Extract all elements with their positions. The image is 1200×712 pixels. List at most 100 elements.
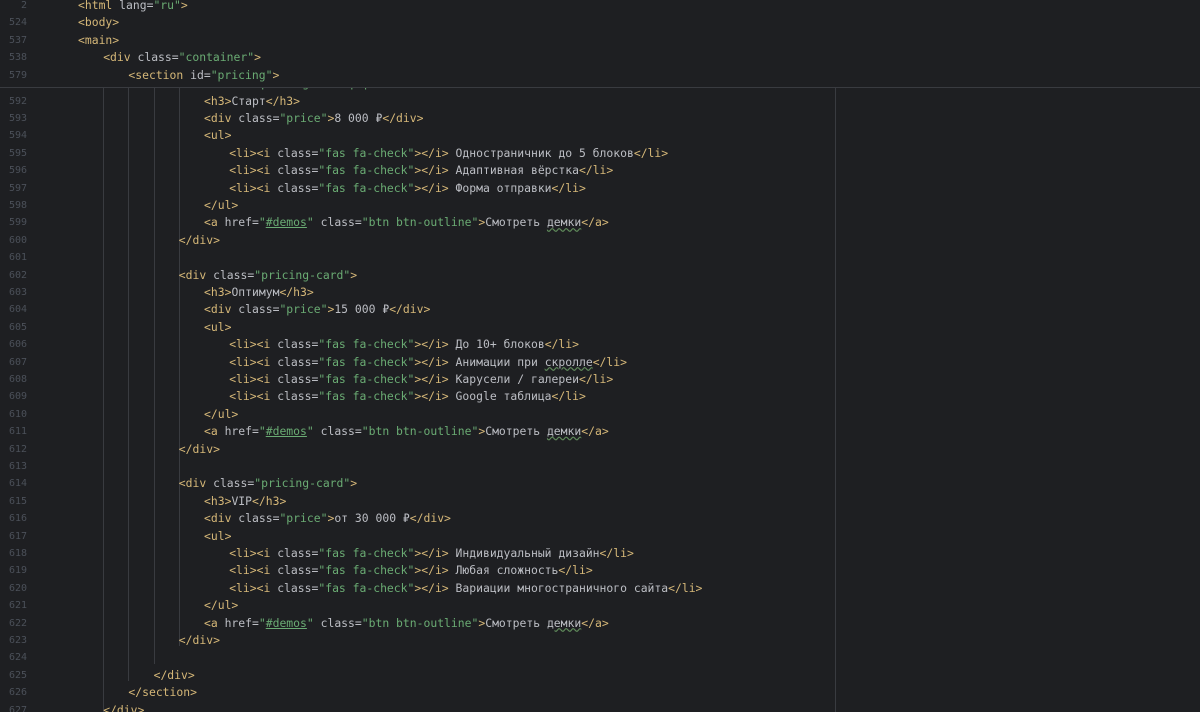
code-line[interactable]: 608 <li><i class="fas fa-check"></i> Кару…	[0, 371, 1200, 388]
code-line[interactable]: 615 <h3>VIP</h3>	[0, 493, 1200, 510]
tag-token: <ul>	[204, 528, 232, 543]
code-text: <ul>	[204, 127, 231, 144]
tag-token: <div	[204, 302, 239, 317]
code-line[interactable]: 605 <ul>	[0, 319, 1200, 336]
tag-token: </li>	[633, 145, 669, 160]
value-token: "	[258, 215, 266, 230]
code-text: <li><i class="fas fa-check"></i> Google …	[229, 388, 586, 405]
code-line[interactable]: 619 <li><i class="fas fa-check"></i> Люба…	[0, 562, 1200, 579]
code-line[interactable]: 594 <ul>	[0, 127, 1200, 144]
value-token: "price"	[279, 511, 328, 526]
tag-token: ></i>	[414, 580, 449, 595]
tag-token: <div	[103, 50, 138, 65]
attribute-token: class	[137, 50, 172, 65]
code-line[interactable]: 597 <li><i class="fas fa-check"></i> Форм…	[0, 180, 1200, 197]
code-line[interactable]: 611 <a href="#demos" class="btn btn-outli…	[0, 423, 1200, 440]
code-line[interactable]: 601	[0, 249, 1200, 266]
code-line[interactable]: 595 <li><i class="fas fa-check"></i> Одно…	[0, 145, 1200, 162]
code-editor[interactable]: 591<div class="pricing-card popular">592…	[0, 0, 1200, 712]
line-number: 615	[8, 495, 27, 507]
tag-token: </h3>	[252, 493, 287, 508]
code-text: </ul>	[204, 406, 238, 423]
code-line[interactable]: 617 <ul>	[0, 528, 1200, 545]
code-line[interactable]: 524 <body>	[0, 14, 1200, 31]
code-text: <ul>	[204, 319, 231, 336]
code-line[interactable]: 2 <html lang="ru">	[0, 0, 1200, 14]
value-token: "btn btn-outline"	[361, 615, 479, 630]
code-line[interactable]: 538 <div class="container">	[0, 49, 1200, 66]
tag-token: ></i>	[414, 337, 449, 352]
code-line[interactable]: 622 <a href="#demos" class="btn btn-outli…	[0, 615, 1200, 632]
code-line[interactable]: 600 </div>	[0, 232, 1200, 249]
text-token: Форма отправки	[448, 180, 552, 195]
tag-token: </li>	[544, 337, 579, 352]
value-token: "fas fa-check"	[318, 580, 415, 595]
code-line[interactable]: 604 <div class="price">15 000 ₽</div>	[0, 301, 1200, 318]
line-number: 613	[8, 460, 27, 472]
tag-token: </div>	[178, 441, 220, 456]
code-line[interactable]: 598 </ul>	[0, 197, 1200, 214]
code-line[interactable]: 609 <li><i class="fas fa-check"></i> Goog…	[0, 388, 1200, 405]
code-line[interactable]: 610 </ul>	[0, 406, 1200, 423]
code-line[interactable]: 625 </div>	[0, 667, 1200, 684]
value-token: "fas fa-check"	[318, 545, 415, 560]
code-line[interactable]: 620 <li><i class="fas fa-check"></i> Вари…	[0, 580, 1200, 597]
code-line[interactable]: 599 <a href="#demos" class="btn btn-outli…	[0, 214, 1200, 231]
tag-token: <h3>	[204, 284, 232, 299]
line-number: 606	[8, 339, 27, 351]
code-line[interactable]: 592 <h3>Старт</h3>	[0, 93, 1200, 110]
code-line[interactable]: 624	[0, 649, 1200, 666]
value-token: "fas fa-check"	[318, 371, 415, 386]
tag-token: <body>	[78, 15, 120, 30]
code-line[interactable]: 607 <li><i class="fas fa-check"></i> Аним…	[0, 354, 1200, 371]
code-text: <div class="container">	[103, 49, 261, 66]
tag-token: </div>	[178, 232, 220, 247]
text-token: =	[252, 424, 259, 439]
tag-token: ></i>	[414, 145, 449, 160]
attribute-token: class	[238, 110, 273, 125]
line-number: 602	[8, 269, 27, 281]
line-number: 622	[8, 617, 27, 629]
code-line[interactable]: 593 <div class="price">8 000 ₽</div>	[0, 110, 1200, 127]
code-line[interactable]: 613	[0, 458, 1200, 475]
code-line[interactable]: 621 </ul>	[0, 597, 1200, 614]
text-token: от 30 000 ₽	[334, 511, 410, 526]
text-token: =	[252, 615, 259, 630]
code-line[interactable]: 606 <li><i class="fas fa-check"></i> До 1…	[0, 336, 1200, 353]
code-line[interactable]: 614 <div class="pricing-card">	[0, 475, 1200, 492]
code-line[interactable]: 618 <li><i class="fas fa-check"></i> Инди…	[0, 545, 1200, 562]
code-line[interactable]: 627 </div>	[0, 702, 1200, 712]
tag-token: </li>	[578, 163, 614, 178]
code-text: <li><i class="fas fa-check"></i> До 10+ …	[229, 336, 579, 353]
code-line[interactable]: 537 <main>	[0, 32, 1200, 49]
code-line[interactable]: 603 <h3>Оптимум</h3>	[0, 284, 1200, 301]
tag-token: <li><i	[229, 145, 278, 160]
spellcheck-word: демки	[546, 615, 582, 630]
code-text: </ul>	[204, 197, 238, 214]
code-text: <a href="#demos" class="btn btn-outline"…	[204, 615, 609, 632]
code-text: <div class="pricing-card">	[179, 475, 357, 492]
code-text: <li><i class="fas fa-check"></i> Карусел…	[229, 371, 613, 388]
code-line[interactable]: 612 </div>	[0, 441, 1200, 458]
sticky-scroll-header[interactable]: 2 <html lang="ru"> 524 <body> 537 <main> 538 <d…	[0, 0, 1200, 88]
tag-token: </li>	[599, 545, 634, 560]
link-value-token: #demos	[265, 215, 307, 230]
code-line[interactable]: 616 <div class="price">от 30 000 ₽</div>	[0, 510, 1200, 527]
tag-token: </li>	[558, 563, 593, 578]
code-line[interactable]: 602 <div class="pricing-card">	[0, 267, 1200, 284]
code-line[interactable]: 626 </section>	[0, 684, 1200, 701]
code-line[interactable]: 579 <section id="pricing">	[0, 67, 1200, 84]
line-number: 609	[8, 391, 27, 403]
text-token: =	[354, 615, 362, 630]
text-token: Смотреть	[485, 424, 547, 439]
line-number: 607	[8, 356, 27, 368]
tag-token: <div	[178, 476, 214, 491]
code-line[interactable]: 596 <li><i class="fas fa-check"></i> Адап…	[0, 162, 1200, 179]
value-token: "pricing"	[210, 67, 273, 82]
code-line[interactable]: 623 </div>	[0, 632, 1200, 649]
text-token: Адаптивная вёрстка	[448, 163, 579, 178]
tag-token: </div>	[178, 632, 220, 647]
line-number: 579	[8, 69, 27, 81]
line-number: 605	[8, 321, 27, 333]
tag-token: </a>	[581, 215, 609, 230]
